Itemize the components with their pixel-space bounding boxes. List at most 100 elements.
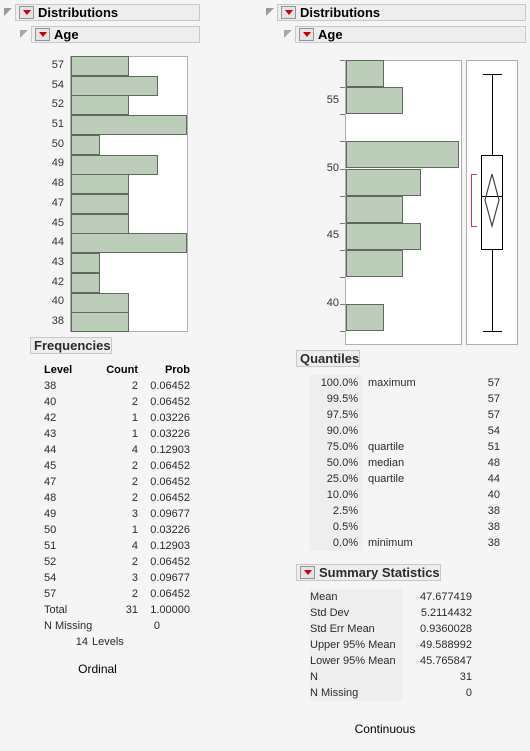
axis-tick	[340, 141, 345, 142]
histogram-bar[interactable]	[346, 87, 403, 114]
red-triangle-menu-icon[interactable]	[19, 6, 34, 19]
left-distributions-header[interactable]: Distributions	[15, 4, 200, 21]
red-triangle-menu-icon[interactable]	[300, 566, 315, 579]
histogram-bar[interactable]	[346, 169, 421, 196]
histogram-bar[interactable]	[71, 135, 100, 155]
quantile-value: 54	[487, 425, 500, 437]
table-row[interactable]: 10.0% 40	[310, 487, 504, 503]
table-row[interactable]: 54 3 0.09677	[44, 570, 190, 586]
right-distributions-panel: Distributions	[266, 4, 526, 21]
statistic-value: 49.588992	[420, 639, 472, 651]
red-triangle-menu-icon[interactable]	[299, 28, 314, 41]
table-row[interactable]: Lower 95% Mean 45.765847	[310, 653, 480, 669]
table-cell: 40	[44, 396, 57, 408]
right-distributions-outline[interactable]: Distributions	[266, 4, 526, 21]
table-row[interactable]: 38 2 0.06452	[44, 378, 190, 394]
table-cell: 2	[131, 396, 138, 408]
table-row[interactable]: 49 3 0.09677	[44, 506, 190, 522]
histogram-bar[interactable]	[71, 76, 158, 96]
table-row[interactable]: 90.0% 54	[310, 423, 504, 439]
table-row[interactable]: N 31	[310, 669, 480, 685]
table-row[interactable]: Std Err Mean 0.9360028	[310, 621, 480, 637]
histogram-bar[interactable]	[71, 174, 129, 194]
histogram-bar[interactable]	[346, 141, 459, 168]
disclosure-triangle-icon[interactable]	[4, 8, 13, 17]
right-age-outline[interactable]: Age	[284, 26, 526, 43]
histogram-bar[interactable]	[346, 250, 403, 277]
table-row[interactable]: 99.5% 57	[310, 391, 504, 407]
table-cell: 0.09677	[150, 572, 190, 584]
quantile-value: 51	[487, 441, 500, 453]
histogram-bar[interactable]	[71, 115, 187, 135]
table-cell: 1	[131, 412, 138, 424]
axis-tick	[340, 277, 345, 278]
histogram-bar[interactable]	[346, 304, 384, 331]
table-row[interactable]: 48 2 0.06452	[44, 490, 190, 506]
column-header: Level	[44, 364, 73, 376]
quantiles-header[interactable]: Quantiles	[296, 350, 361, 367]
table-row[interactable]: Upper 95% Mean 49.588992	[310, 637, 480, 653]
table-row[interactable]: 0.5% 38	[310, 519, 504, 535]
table-row[interactable]: 75.0% quartile 51	[310, 439, 504, 455]
table-row[interactable]: 97.5% 57	[310, 407, 504, 423]
histogram-bar[interactable]	[71, 56, 129, 76]
table-row[interactable]: 0.0% minimum 38	[310, 535, 504, 551]
histogram-bar[interactable]	[346, 223, 421, 250]
table-row[interactable]: 44 4 0.12903	[44, 442, 190, 458]
disclosure-triangle-icon[interactable]	[266, 8, 275, 17]
histogram-bar[interactable]	[71, 95, 129, 115]
table-row[interactable]: Mean 47.677419	[310, 589, 480, 605]
left-age-outline[interactable]: Age	[20, 26, 200, 43]
histogram-bar[interactable]	[346, 196, 403, 223]
table-row[interactable]: 50 1 0.03226	[44, 522, 190, 538]
table-row[interactable]: 40 2 0.06452	[44, 394, 190, 410]
histogram-bar[interactable]	[71, 194, 129, 214]
right-distributions-header[interactable]: Distributions	[277, 4, 526, 21]
table-cell: 50	[44, 524, 57, 536]
left-age-header[interactable]: Age	[31, 26, 200, 43]
axis-tick-label: 45	[51, 217, 64, 229]
table-row[interactable]: 47 2 0.06452	[44, 474, 190, 490]
table-row[interactable]: N Missing 0	[310, 685, 480, 701]
n-missing-value: 0	[153, 620, 160, 632]
table-row[interactable]: 52 2 0.06452	[44, 554, 190, 570]
table-row[interactable]: 50.0% median 48	[310, 455, 504, 471]
disclosure-triangle-icon[interactable]	[20, 30, 29, 39]
histogram-bar[interactable]	[71, 293, 129, 313]
table-row[interactable]: 57 2 0.06452	[44, 586, 190, 602]
histogram-bar[interactable]	[71, 312, 129, 332]
column-header: Count	[106, 364, 138, 376]
table-cell: 44	[44, 444, 57, 456]
table-row[interactable]: 2.5% 38	[310, 503, 504, 519]
axis-tick-label: 44	[51, 236, 64, 248]
summary-statistics-header[interactable]: Summary Statistics	[296, 564, 441, 581]
table-row[interactable]: 51 4 0.12903	[44, 538, 190, 554]
table-row[interactable]: 42 1 0.03226	[44, 410, 190, 426]
quantiles-outline[interactable]: Quantiles	[296, 350, 504, 367]
disclosure-triangle-icon[interactable]	[284, 30, 293, 39]
axis-tick	[340, 223, 345, 224]
right-age-title: Age	[318, 27, 343, 42]
table-row[interactable]: 43 1 0.03226	[44, 426, 190, 442]
frequencies-title: Frequencies	[34, 338, 111, 353]
histogram-bar[interactable]	[71, 233, 187, 253]
table-row[interactable]: Std Dev 5.2114432	[310, 605, 480, 621]
quantile-percent: 0.5%	[310, 519, 362, 535]
histogram-bar[interactable]	[71, 253, 100, 273]
quantile-percent: 10.0%	[310, 487, 362, 503]
table-row[interactable]: 45 2 0.06452	[44, 458, 190, 474]
histogram-bar[interactable]	[71, 273, 100, 293]
left-distributions-outline[interactable]: Distributions	[4, 4, 200, 21]
histogram-bar[interactable]	[71, 155, 158, 175]
histogram-bar[interactable]	[71, 214, 129, 234]
red-triangle-menu-icon[interactable]	[35, 28, 50, 41]
right-age-header[interactable]: Age	[295, 26, 526, 43]
frequencies-outline[interactable]: Frequencies	[30, 337, 196, 354]
red-triangle-menu-icon[interactable]	[281, 6, 296, 19]
frequencies-header[interactable]: Frequencies	[30, 337, 112, 354]
axis-tick-label: 52	[51, 98, 64, 110]
histogram-bar[interactable]	[346, 60, 384, 87]
table-row[interactable]: 25.0% quartile 44	[310, 471, 504, 487]
table-row[interactable]: 100.0% maximum 57	[310, 375, 504, 391]
summary-statistics-outline[interactable]: Summary Statistics	[296, 564, 480, 581]
